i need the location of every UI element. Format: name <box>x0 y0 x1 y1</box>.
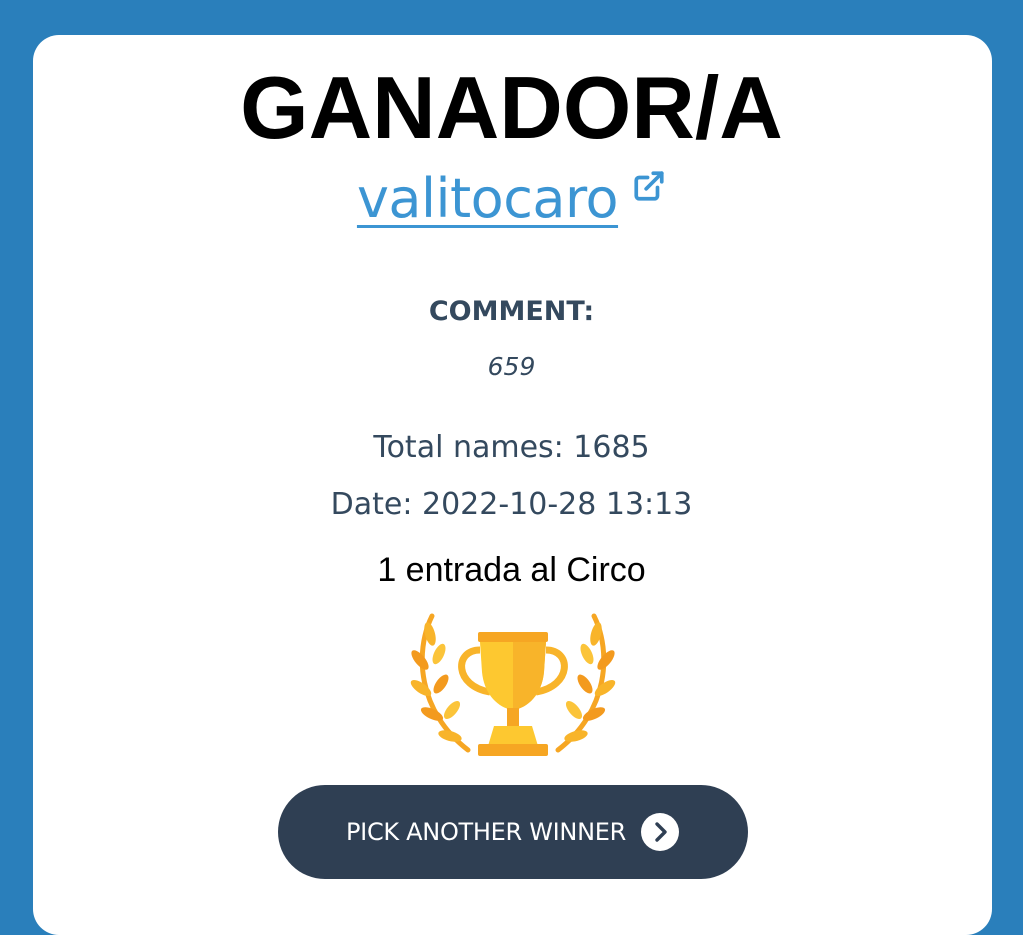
pick-another-winner-button[interactable]: PICK ANOTHER WINNER <box>278 785 748 879</box>
winner-heading: GANADOR/A <box>240 58 783 157</box>
comment-value: 659 <box>487 352 536 381</box>
pick-another-winner-label: PICK ANOTHER WINNER <box>346 818 626 846</box>
winner-row: valitocaro <box>0 162 1023 236</box>
draw-date: Date: 2022-10-28 13:13 <box>330 487 693 522</box>
external-link-icon[interactable] <box>632 169 666 203</box>
trophy-with-laurels-icon <box>410 613 616 756</box>
prize-text: 1 entrada al Circo <box>377 551 646 589</box>
total-names: Total names: 1685 <box>373 430 650 465</box>
winner-profile-link[interactable]: valitocaro <box>357 167 619 230</box>
comment-label: COMMENT: <box>428 296 595 327</box>
chevron-right-circle-icon <box>641 813 679 851</box>
